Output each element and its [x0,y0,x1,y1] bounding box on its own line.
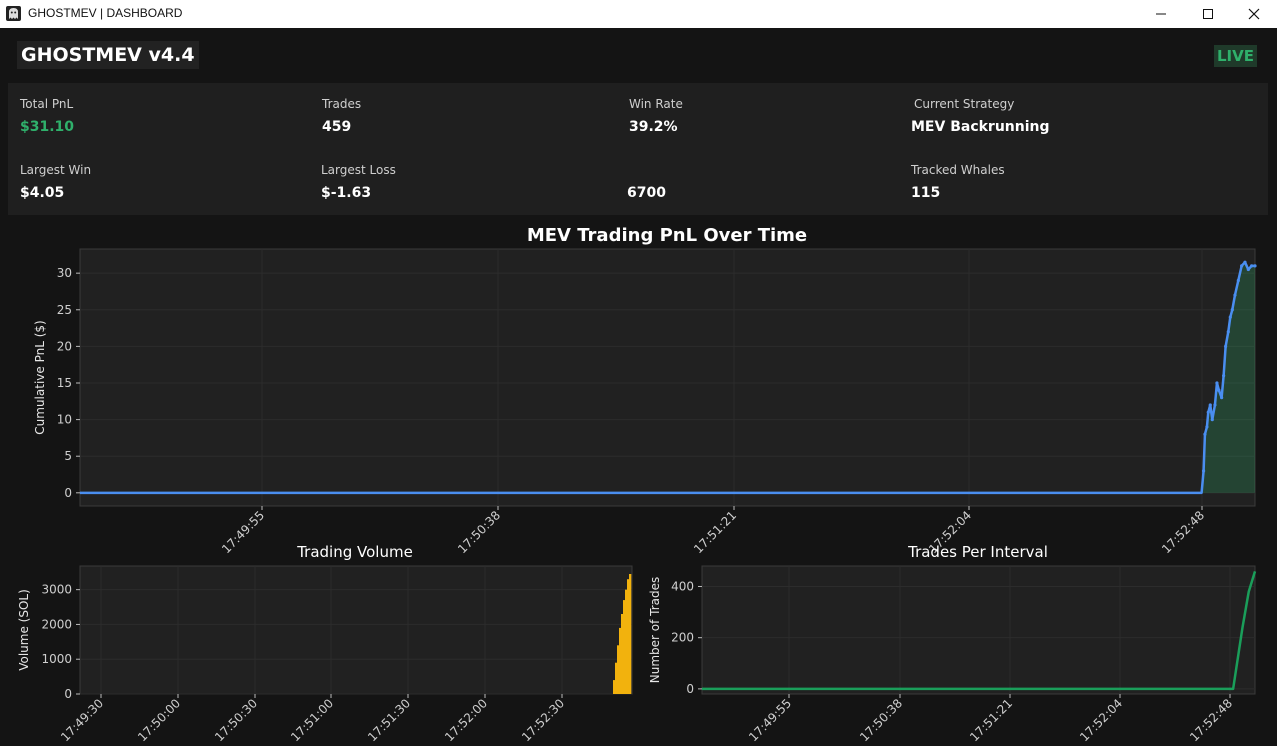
largest-win-label: Largest Win [20,163,92,177]
largest-win-value: $4.05 [20,185,65,201]
total-pnl-label: Total PnL [20,97,74,111]
largest-loss-value: $-1.63 [321,185,372,201]
app-name: GHOSTMEV v4.4 [17,41,199,69]
trades-label: Trades [322,97,362,111]
maximize-icon [1203,9,1213,19]
ghost-logo-icon [6,6,21,21]
window-title: GHOSTMEV | DASHBOARD [28,6,183,20]
maximize-button[interactable] [1185,0,1231,28]
status-badge: LIVE [1214,45,1257,67]
largest-loss-label: Largest Loss [321,163,396,177]
stats-panel: Total PnL $31.10 Trades 459 Win Rate 39.… [8,83,1268,215]
dashboard: GHOSTMEV v4.4 LIVE Total PnL $31.10 Trad… [0,28,1277,746]
tracked-whales-value: 115 [911,185,941,201]
tracked-whales-label: Tracked Whales [911,163,1005,177]
total-pnl-value: $31.10 [20,119,75,135]
win-rate-value: 39.2% [629,119,678,135]
window-titlebar: GHOSTMEV | DASHBOARD [0,0,1277,28]
close-button[interactable] [1231,0,1277,28]
strategy-value: MEV Backrunning [911,119,1050,135]
close-icon [1248,8,1260,20]
minimize-icon [1156,13,1166,15]
win-rate-label: Win Rate [629,97,683,111]
strategy-label: Current Strategy [914,97,1015,111]
unlabeled-stat-value: 6700 [627,185,666,201]
trades-value: 459 [322,119,352,135]
minimize-button[interactable] [1138,0,1184,28]
